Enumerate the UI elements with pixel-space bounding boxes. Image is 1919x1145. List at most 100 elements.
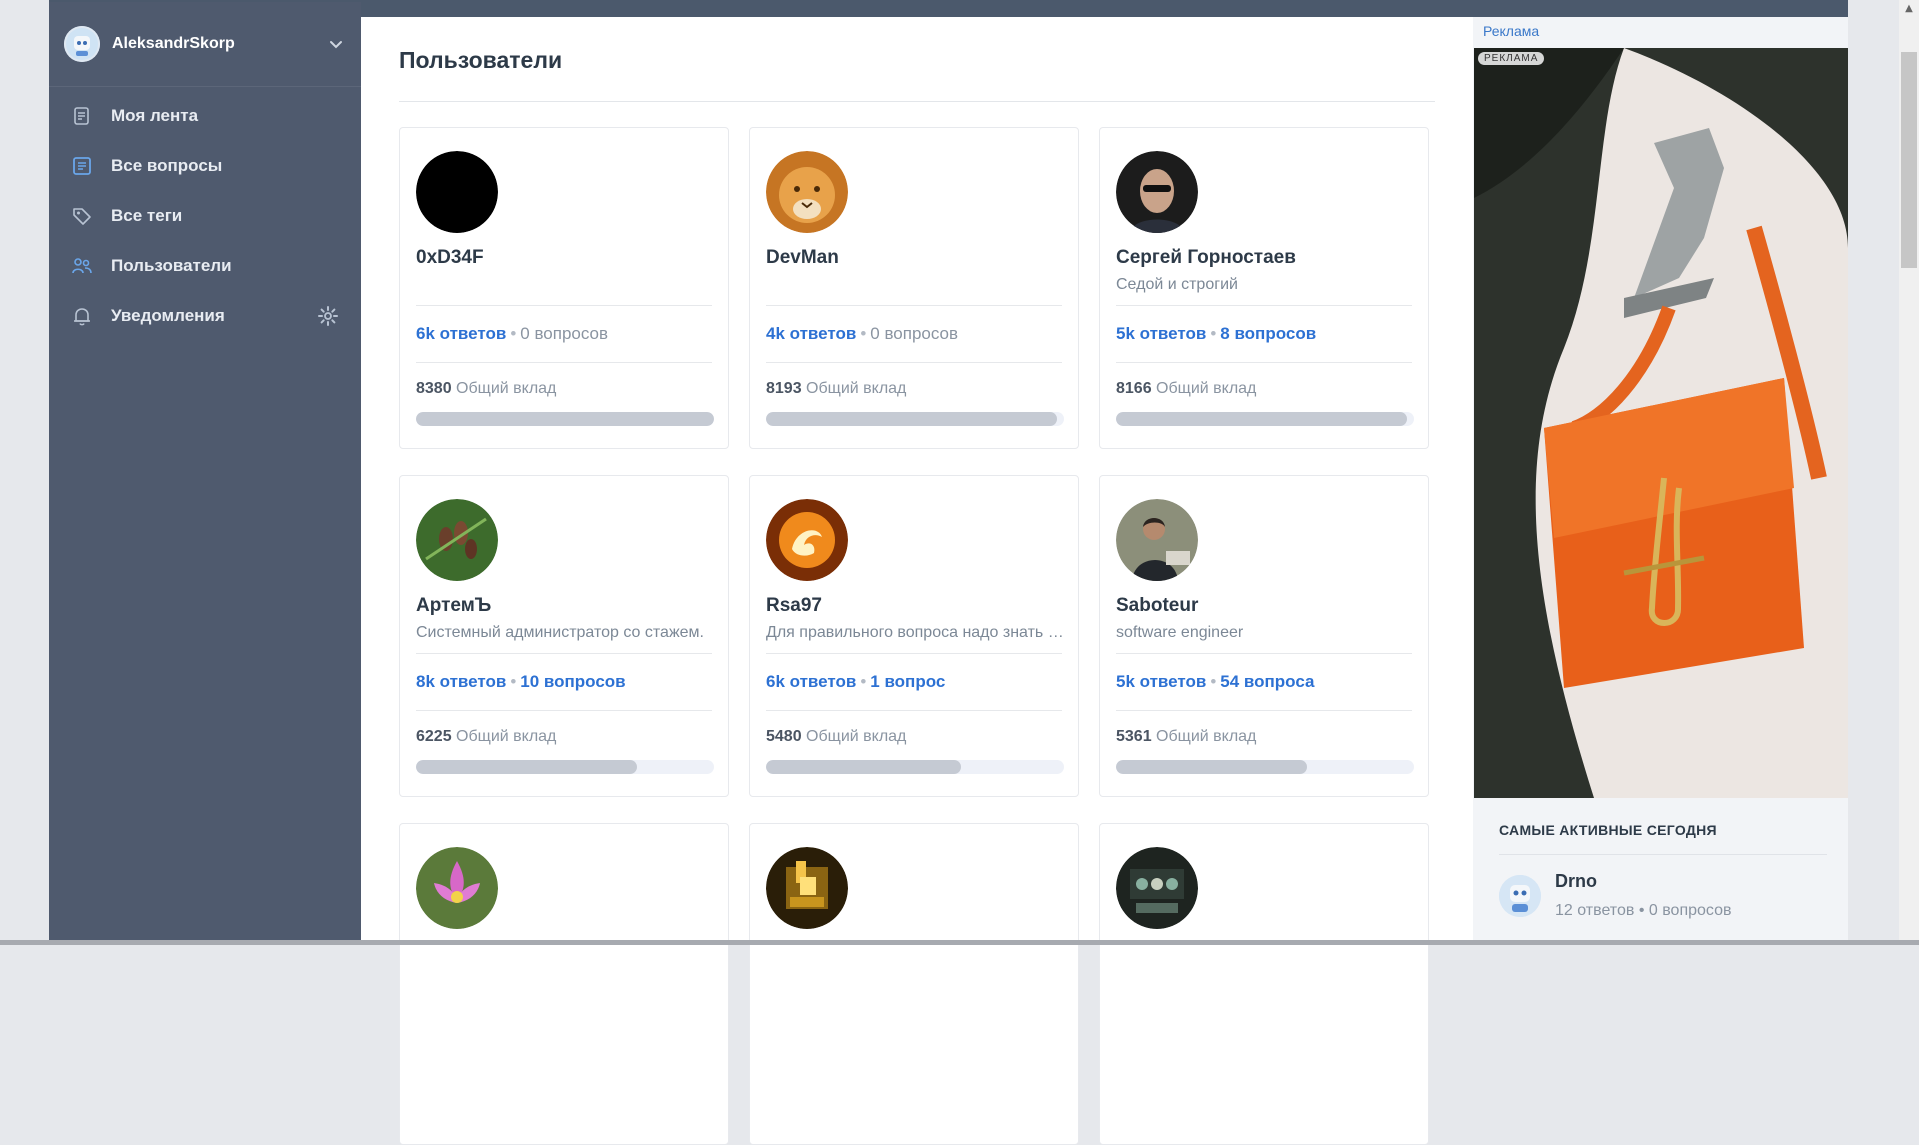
scrollbar-thumb[interactable] — [1901, 52, 1917, 268]
user-avatar[interactable] — [766, 499, 848, 581]
questions-link[interactable]: 10 вопросов — [520, 672, 625, 691]
contribution-label: Общий вклад — [806, 728, 907, 745]
user-avatar[interactable] — [766, 847, 848, 929]
answers-link[interactable]: 6k ответов — [766, 672, 856, 691]
contribution-bar — [1116, 760, 1414, 774]
user-card[interactable]: DevMan 4k ответов • 0 вопросов 8193 Общий … — [749, 127, 1079, 449]
questions-link[interactable]: 54 вопроса — [1220, 672, 1314, 691]
chevron-down-icon[interactable] — [327, 35, 345, 53]
divider — [766, 653, 1062, 654]
contribution-bar-fill — [766, 760, 961, 774]
sidebar-item-label: Пользователи — [111, 256, 232, 275]
questions-link[interactable]: 1 вопрос — [870, 672, 945, 691]
user-card[interactable]: АртемЪ Системный администратор со стажем… — [399, 475, 729, 797]
active-user-item[interactable]: Drno 12 ответов • 0 вопросов — [1499, 869, 1829, 929]
scrollbar[interactable]: ▲ — [1899, 0, 1919, 945]
sidebar-item-notifications[interactable]: Уведомления — [49, 291, 361, 341]
user-card[interactable]: 0xD34F 6k ответов • 0 вопросов 8380 Общий … — [399, 127, 729, 449]
scroll-up-icon[interactable]: ▲ — [1899, 0, 1919, 18]
separator-dot: • — [510, 324, 517, 343]
answers-link[interactable]: 4k ответов — [766, 324, 856, 343]
user-avatar[interactable] — [1116, 499, 1198, 581]
separator-dot: • — [1638, 902, 1645, 919]
contribution: 6225 Общий вклад — [416, 728, 556, 746]
sidebar: AleksandrSkorp Моя лента Все вопросы Все… — [49, 2, 361, 945]
sidebar-item-label: Все вопросы — [111, 156, 223, 175]
contribution-bar-fill — [416, 760, 638, 774]
questions-icon — [71, 155, 93, 177]
user-avatar[interactable] — [1116, 151, 1198, 233]
user-avatar[interactable] — [1499, 875, 1541, 917]
user-avatar[interactable] — [1116, 847, 1198, 929]
ad-banner[interactable]: РЕКЛАМА — [1474, 48, 1848, 798]
avatar-image — [766, 499, 848, 581]
user-name[interactable]: Saboteur — [1116, 595, 1198, 617]
contribution-bar — [416, 760, 714, 774]
section-title: САМЫЕ АКТИВНЫЕ СЕГОДНЯ — [1499, 822, 1717, 838]
user-name[interactable]: Drno — [1555, 871, 1597, 892]
user-card[interactable] — [749, 823, 1079, 1145]
users-icon — [71, 255, 93, 277]
avatar-image — [416, 847, 498, 929]
sidebar-item-users[interactable]: Пользователи — [49, 241, 361, 291]
user-avatar[interactable] — [766, 151, 848, 233]
user-card[interactable]: Saboteur software engineer 5k ответов • 54… — [1099, 475, 1429, 797]
sidebar-item-feed[interactable]: Моя лента — [49, 91, 361, 141]
divider — [766, 362, 1062, 363]
divider — [416, 710, 712, 711]
user-bio: Для правильного вопроса надо знать полов… — [766, 624, 1066, 641]
user-card[interactable]: Сергей Горностаев Седой и строгий 5k отв… — [1099, 127, 1429, 449]
answers-link[interactable]: 5k ответов — [1116, 324, 1206, 343]
user-avatar[interactable] — [416, 847, 498, 929]
user-card[interactable] — [399, 823, 729, 1145]
contribution-bar — [766, 760, 1064, 774]
gear-icon[interactable] — [317, 305, 339, 327]
user-name[interactable]: 0xD34F — [416, 247, 484, 269]
user-name[interactable]: АртемЪ — [416, 595, 491, 617]
page-title: Пользователи — [399, 47, 563, 73]
sidebar-nav: Моя лента Все вопросы Все теги Пользоват… — [49, 87, 361, 341]
ad-link[interactable]: Реклама — [1483, 23, 1539, 39]
answers-link[interactable]: 8k ответов — [416, 672, 506, 691]
user-card[interactable] — [1099, 823, 1429, 1145]
avatar-image — [1116, 847, 1198, 929]
divider — [1116, 710, 1412, 711]
divider — [1116, 305, 1412, 306]
sidebar-item-tags[interactable]: Все теги — [49, 191, 361, 241]
contribution-bar — [1116, 412, 1414, 426]
divider — [416, 653, 712, 654]
ad-image — [1474, 48, 1848, 798]
tag-icon — [71, 205, 93, 227]
user-stats: 12 ответов • 0 вопросов — [1555, 902, 1731, 920]
user-avatar[interactable] — [416, 499, 498, 581]
user-menu[interactable]: AleksandrSkorp — [49, 2, 361, 87]
sidebar-item-label: Моя лента — [111, 106, 199, 125]
user-name[interactable]: Сергей Горностаев — [1116, 247, 1296, 269]
answers-link[interactable]: 6k ответов — [416, 324, 506, 343]
user-avatar[interactable] — [416, 151, 498, 233]
feed-icon — [71, 105, 93, 127]
user-name: AleksandrSkorp — [112, 35, 235, 52]
contribution-bar-fill — [416, 412, 714, 426]
avatar-image — [416, 151, 498, 233]
user-avatar — [64, 26, 100, 62]
contribution: 5480 Общий вклад — [766, 728, 906, 746]
user-name[interactable]: Rsa97 — [766, 595, 822, 617]
user-name[interactable]: DevMan — [766, 247, 839, 269]
avatar-image — [766, 847, 848, 929]
divider — [399, 101, 1435, 102]
user-stats: 6k ответов • 0 вопросов — [416, 324, 608, 344]
divider — [1116, 362, 1412, 363]
questions-link[interactable]: 8 вопросов — [1220, 324, 1316, 343]
user-stats: 4k ответов • 0 вопросов — [766, 324, 958, 344]
sidebar-item-questions[interactable]: Все вопросы — [49, 141, 361, 191]
user-stats: 5k ответов • 54 вопроса — [1116, 672, 1314, 692]
questions-count: 0 вопросов — [870, 324, 959, 343]
user-card[interactable]: Rsa97 Для правильного вопроса надо знать… — [749, 475, 1079, 797]
contribution-value: 5480 — [766, 728, 802, 745]
answers-link[interactable]: 5k ответов — [1116, 672, 1206, 691]
contribution-value: 8380 — [416, 380, 452, 397]
contribution: 8193 Общий вклад — [766, 380, 906, 398]
separator-dot: • — [1210, 672, 1217, 691]
divider — [1116, 653, 1412, 654]
